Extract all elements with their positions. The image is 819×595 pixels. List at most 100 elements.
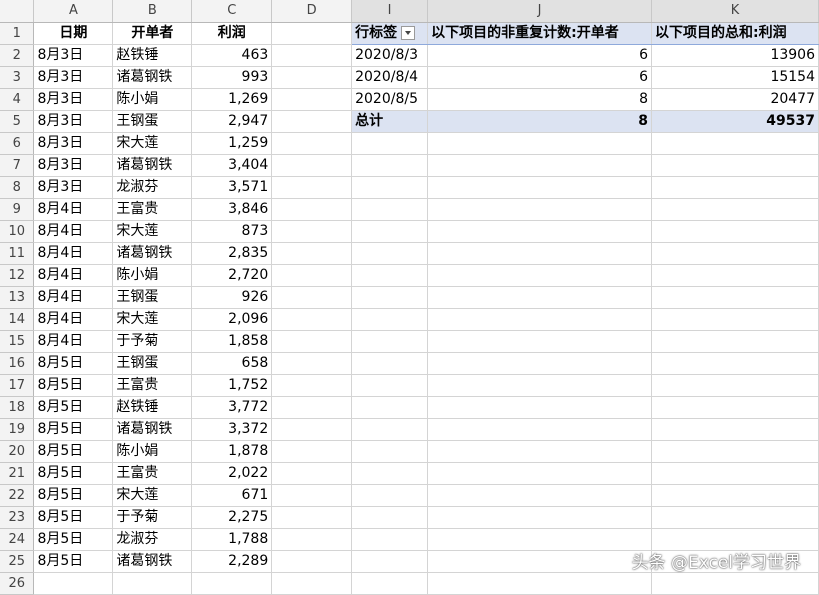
- cell-date[interactable]: 8月3日: [33, 66, 114, 89]
- column-header-b[interactable]: B: [112, 0, 193, 23]
- cell-empty[interactable]: [351, 572, 429, 595]
- cell-empty[interactable]: [351, 484, 429, 507]
- cell-empty[interactable]: [271, 66, 353, 89]
- cell-issuer[interactable]: 王富贵: [112, 374, 193, 397]
- column-header-d[interactable]: D: [271, 0, 353, 23]
- cell-profit[interactable]: 3,772: [191, 396, 273, 419]
- cell-empty[interactable]: [271, 110, 353, 133]
- cell-empty[interactable]: [351, 242, 429, 265]
- cell-empty[interactable]: [271, 88, 353, 111]
- cell-empty[interactable]: [427, 572, 653, 595]
- cell-empty[interactable]: [271, 198, 353, 221]
- cell-profit[interactable]: 2,289: [191, 550, 273, 573]
- row-header[interactable]: 20: [0, 440, 35, 463]
- row-header[interactable]: 10: [0, 220, 35, 243]
- cell-issuer[interactable]: 诸葛钢铁: [112, 418, 193, 441]
- cell-issuer[interactable]: 王富贵: [112, 198, 193, 221]
- cell-date[interactable]: 8月5日: [33, 506, 114, 529]
- pivot-distinct-count[interactable]: 8: [427, 88, 653, 111]
- pivot-row-labels-header[interactable]: 行标签: [351, 22, 429, 45]
- cell-empty[interactable]: [271, 550, 353, 573]
- cell-issuer[interactable]: 龙淑芬: [112, 176, 193, 199]
- cell-empty[interactable]: [427, 198, 653, 221]
- row-header[interactable]: 4: [0, 88, 35, 111]
- cell-empty[interactable]: [651, 418, 819, 441]
- cell-empty[interactable]: [427, 528, 653, 551]
- cell-empty[interactable]: [351, 176, 429, 199]
- cell-profit[interactable]: 3,846: [191, 198, 273, 221]
- cell-date[interactable]: 8月5日: [33, 440, 114, 463]
- cell-date[interactable]: 日期: [33, 22, 114, 45]
- cell-issuer[interactable]: 宋大莲: [112, 484, 193, 507]
- cell-profit[interactable]: 2,275: [191, 506, 273, 529]
- cell-empty[interactable]: [427, 550, 653, 573]
- row-header[interactable]: 3: [0, 66, 35, 89]
- cell-issuer[interactable]: 于予菊: [112, 506, 193, 529]
- cell-empty[interactable]: [427, 396, 653, 419]
- cell-empty[interactable]: [351, 286, 429, 309]
- cell-profit[interactable]: 1,788: [191, 528, 273, 551]
- cell-issuer[interactable]: 宋大莲: [112, 308, 193, 331]
- column-header-c[interactable]: C: [191, 0, 273, 23]
- row-header[interactable]: 26: [0, 572, 35, 595]
- row-header[interactable]: 18: [0, 396, 35, 419]
- row-header[interactable]: 25: [0, 550, 35, 573]
- cell-date[interactable]: 8月5日: [33, 374, 114, 397]
- cell-empty[interactable]: [427, 462, 653, 485]
- cell-date[interactable]: 8月4日: [33, 264, 114, 287]
- cell-issuer[interactable]: 宋大莲: [112, 132, 193, 155]
- row-header[interactable]: 7: [0, 154, 35, 177]
- cell-issuer[interactable]: 于予菊: [112, 330, 193, 353]
- cell-empty[interactable]: [427, 352, 653, 375]
- spreadsheet-grid[interactable]: A B C D I J K 1 日期 开单者 利润 行标签 以下项目的非重复计数:开单者以…: [0, 0, 819, 595]
- cell-empty[interactable]: [651, 352, 819, 375]
- cell-empty[interactable]: [271, 154, 353, 177]
- pivot-total-sum[interactable]: 49537: [651, 109, 819, 133]
- cell-profit[interactable]: 873: [191, 220, 273, 243]
- cell-date[interactable]: 8月5日: [33, 352, 114, 375]
- cell-empty[interactable]: [271, 264, 353, 287]
- cell-issuer[interactable]: 陈小娟: [112, 440, 193, 463]
- row-header[interactable]: 22: [0, 484, 35, 507]
- cell-empty[interactable]: [651, 286, 819, 309]
- pivot-sum-profit[interactable]: 15154: [651, 66, 819, 89]
- row-header[interactable]: 11: [0, 242, 35, 265]
- cell-empty[interactable]: [351, 418, 429, 441]
- cell-empty[interactable]: [351, 154, 429, 177]
- cell-empty[interactable]: [271, 22, 353, 45]
- cell-date[interactable]: 8月3日: [33, 110, 114, 133]
- cell-empty[interactable]: [271, 308, 353, 331]
- cell-empty[interactable]: [427, 330, 653, 353]
- column-header-k[interactable]: K: [651, 0, 819, 23]
- cell-empty[interactable]: [351, 396, 429, 419]
- pivot-distinct-count[interactable]: 6: [427, 66, 653, 89]
- column-header-j[interactable]: J: [427, 0, 653, 23]
- cell-issuer[interactable]: 王钢蛋: [112, 286, 193, 309]
- cell-empty[interactable]: [351, 374, 429, 397]
- cell-empty[interactable]: [651, 132, 819, 155]
- cell-empty[interactable]: [271, 506, 353, 529]
- cell-empty[interactable]: [351, 550, 429, 573]
- pivot-distinct-count[interactable]: 6: [427, 44, 653, 67]
- column-header-a[interactable]: A: [33, 0, 114, 23]
- row-header[interactable]: 1: [0, 22, 35, 45]
- cell-issuer[interactable]: 诸葛钢铁: [112, 550, 193, 573]
- cell-empty[interactable]: [271, 572, 353, 595]
- row-header[interactable]: 5: [0, 110, 35, 133]
- cell-empty[interactable]: [427, 220, 653, 243]
- cell-date[interactable]: 8月4日: [33, 308, 114, 331]
- cell-empty[interactable]: [271, 286, 353, 309]
- cell-empty[interactable]: [651, 506, 819, 529]
- cell-date[interactable]: 8月5日: [33, 484, 114, 507]
- cell-issuer[interactable]: 赵铁锤: [112, 44, 193, 67]
- cell-issuer[interactable]: 赵铁锤: [112, 396, 193, 419]
- cell-profit[interactable]: 3,571: [191, 176, 273, 199]
- cell-issuer[interactable]: 诸葛钢铁: [112, 242, 193, 265]
- cell-empty[interactable]: [271, 484, 353, 507]
- cell-empty[interactable]: [351, 132, 429, 155]
- cell-empty[interactable]: [271, 440, 353, 463]
- cell-empty[interactable]: [351, 352, 429, 375]
- cell-issuer[interactable]: 王钢蛋: [112, 110, 193, 133]
- cell-profit[interactable]: 2,835: [191, 242, 273, 265]
- cell-profit[interactable]: 1,858: [191, 330, 273, 353]
